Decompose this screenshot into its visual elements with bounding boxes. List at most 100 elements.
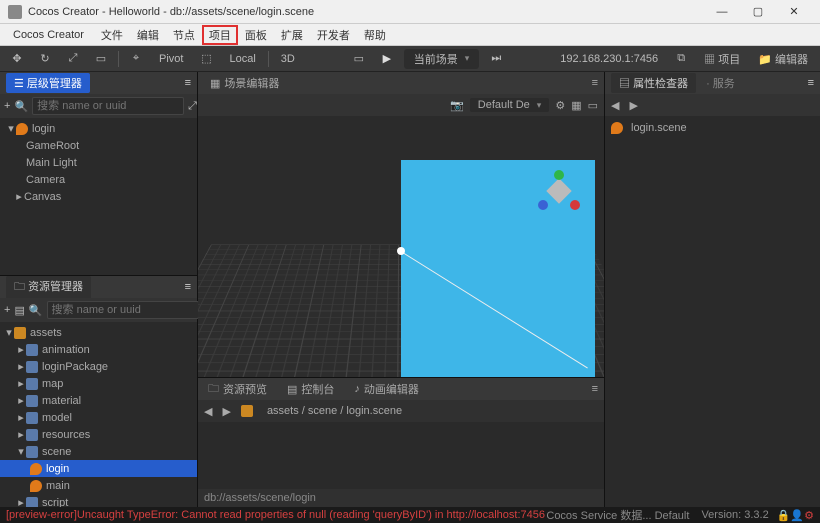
search-icon[interactable]: 🔍: [29, 304, 43, 317]
axis-z-icon: [538, 200, 548, 210]
assets-root[interactable]: ▾assets: [0, 324, 197, 341]
scene-file-main[interactable]: main: [0, 477, 197, 494]
folder-icon: [26, 412, 38, 424]
tab-console[interactable]: ▤ 控制台: [283, 379, 338, 399]
expand-icon[interactable]: ⤢: [188, 100, 197, 113]
scale-tool-icon[interactable]: ⤢: [62, 49, 84, 69]
close-button[interactable]: ✕: [776, 5, 812, 18]
menu-project[interactable]: 项目: [202, 25, 238, 45]
center-column: ▦ 场景编辑器 ≡ 📷 Default De ⚙ ▦ ▭: [198, 72, 604, 507]
move-tool-icon[interactable]: ✥: [6, 49, 28, 69]
minimize-button[interactable]: —: [704, 6, 740, 18]
folder-icon: [26, 446, 38, 458]
folder-row[interactable]: ▸model: [0, 409, 197, 426]
step-icon[interactable]: ⏭: [485, 49, 507, 69]
assets-search-input[interactable]: [47, 301, 199, 319]
assets-panel: 🗀 资源管理器 ≡ + ▤ 🔍 ⤢ ⟳ ▾assets ▸animation ▸…: [0, 275, 197, 507]
inspector-nav: ◀ ▶: [605, 94, 820, 116]
tree-node[interactable]: Main Light: [0, 154, 197, 171]
hamburger-icon[interactable]: ≡: [185, 281, 191, 293]
db-icon: [14, 327, 26, 339]
hamburger-icon[interactable]: ≡: [592, 383, 598, 395]
maximize-button[interactable]: ▢: [740, 5, 776, 18]
folder-scene[interactable]: ▾scene: [0, 443, 197, 460]
add-button[interactable]: +: [4, 304, 10, 316]
hierarchy-header: ☰ 层级管理器 ≡: [0, 72, 197, 94]
nav-back-icon[interactable]: ◀: [204, 405, 212, 418]
folder-row[interactable]: ▸animation: [0, 341, 197, 358]
tree-node[interactable]: GameRoot: [0, 137, 197, 154]
scene-dropdown[interactable]: 当前场景: [404, 49, 480, 69]
tree-node[interactable]: Camera: [0, 171, 197, 188]
db-icon: [241, 405, 253, 417]
inspector-tab[interactable]: ▤ 属性检查器: [611, 73, 696, 93]
hamburger-icon[interactable]: ≡: [592, 77, 598, 89]
tree-root[interactable]: ▾login: [0, 120, 197, 137]
tree-node[interactable]: ▸Canvas: [0, 188, 197, 205]
grid-icon[interactable]: ▦: [571, 99, 581, 112]
menu-file[interactable]: 文件: [94, 25, 130, 45]
nav-back-icon[interactable]: ◀: [611, 99, 619, 112]
local-icon[interactable]: ⬚: [195, 49, 217, 69]
axis-gizmo[interactable]: [538, 170, 580, 212]
gear-icon[interactable]: ⚙: [555, 99, 565, 112]
hierarchy-tab[interactable]: ☰ 层级管理器: [6, 73, 90, 93]
settings-icon[interactable]: ⚙: [804, 509, 814, 522]
lock-icon[interactable]: 🔒: [777, 509, 791, 522]
add-button[interactable]: +: [4, 100, 10, 112]
menu-developer[interactable]: 开发者: [310, 25, 357, 45]
folder-row[interactable]: ▸map: [0, 375, 197, 392]
refresh-icon[interactable]: ↻: [34, 49, 56, 69]
app-name: Cocos Creator: [6, 27, 94, 43]
hamburger-icon[interactable]: ≡: [808, 77, 814, 89]
play-button[interactable]: ▶: [376, 49, 398, 69]
folder-row[interactable]: ▸resources: [0, 426, 197, 443]
axis-x-icon: [570, 200, 580, 210]
user-icon[interactable]: 👤: [790, 509, 804, 522]
aspect-icon[interactable]: ▭: [588, 99, 598, 112]
nav-forward-icon[interactable]: ▶: [629, 99, 637, 112]
app-logo-icon: [8, 5, 22, 19]
anchor-icon[interactable]: ⌖: [125, 49, 147, 69]
fire-icon: [30, 463, 42, 475]
tab-asset-preview[interactable]: 🗀 资源预览: [204, 378, 271, 401]
separator: [118, 51, 119, 67]
scene-file-login[interactable]: login: [0, 460, 197, 477]
perspective-dropdown[interactable]: Default De: [470, 98, 550, 112]
error-text[interactable]: [preview-error]Uncaught TypeError: Canno…: [6, 509, 545, 521]
fire-icon: [611, 122, 623, 134]
tab-animation[interactable]: ♪ 动画编辑器: [350, 379, 423, 399]
folder-row[interactable]: ▸material: [0, 392, 197, 409]
folder-row[interactable]: ▸script: [0, 494, 197, 507]
filter-icon[interactable]: ▤: [14, 304, 24, 317]
folder-icon: [26, 361, 38, 373]
project-button[interactable]: ▦ 项目: [698, 49, 746, 69]
folder-icon: [26, 497, 38, 508]
menu-help[interactable]: 帮助: [357, 25, 393, 45]
menu-node[interactable]: 节点: [166, 25, 202, 45]
camera-icon[interactable]: 📷: [450, 99, 464, 112]
local-label[interactable]: Local: [223, 51, 261, 67]
server-address[interactable]: 192.168.230.1:7456: [554, 51, 664, 67]
editor-button[interactable]: 📁 编辑器: [752, 49, 814, 69]
mode-3d[interactable]: 3D: [275, 51, 301, 67]
nav-forward-icon[interactable]: ▶: [222, 405, 230, 418]
menu-panel[interactable]: 面板: [238, 25, 274, 45]
assets-tab[interactable]: 🗀 资源管理器: [6, 276, 91, 299]
copy-icon[interactable]: ⧉: [670, 49, 692, 69]
rect-tool-icon[interactable]: ▭: [90, 49, 112, 69]
scene-viewport[interactable]: [198, 116, 604, 377]
folder-row[interactable]: ▸loginPackage: [0, 358, 197, 375]
db-path: db://assets/scene/login: [204, 492, 316, 504]
scene-editor-tab[interactable]: ▦ 场景编辑器: [204, 73, 285, 93]
hierarchy-search-input[interactable]: [32, 97, 184, 115]
menu-extension[interactable]: 扩展: [274, 25, 310, 45]
hamburger-icon[interactable]: ≡: [185, 77, 191, 89]
search-icon[interactable]: 🔍: [14, 100, 28, 113]
menu-edit[interactable]: 编辑: [130, 25, 166, 45]
inspector-item[interactable]: login.scene: [611, 120, 814, 136]
pivot-label[interactable]: Pivot: [153, 51, 189, 67]
main-toolbar: ✥ ↻ ⤢ ▭ ⌖ Pivot ⬚ Local 3D ▭ ▶ 当前场景 ⏭ 19…: [0, 46, 820, 72]
service-tab[interactable]: · 服务: [700, 73, 741, 93]
device-icon[interactable]: ▭: [348, 49, 370, 69]
